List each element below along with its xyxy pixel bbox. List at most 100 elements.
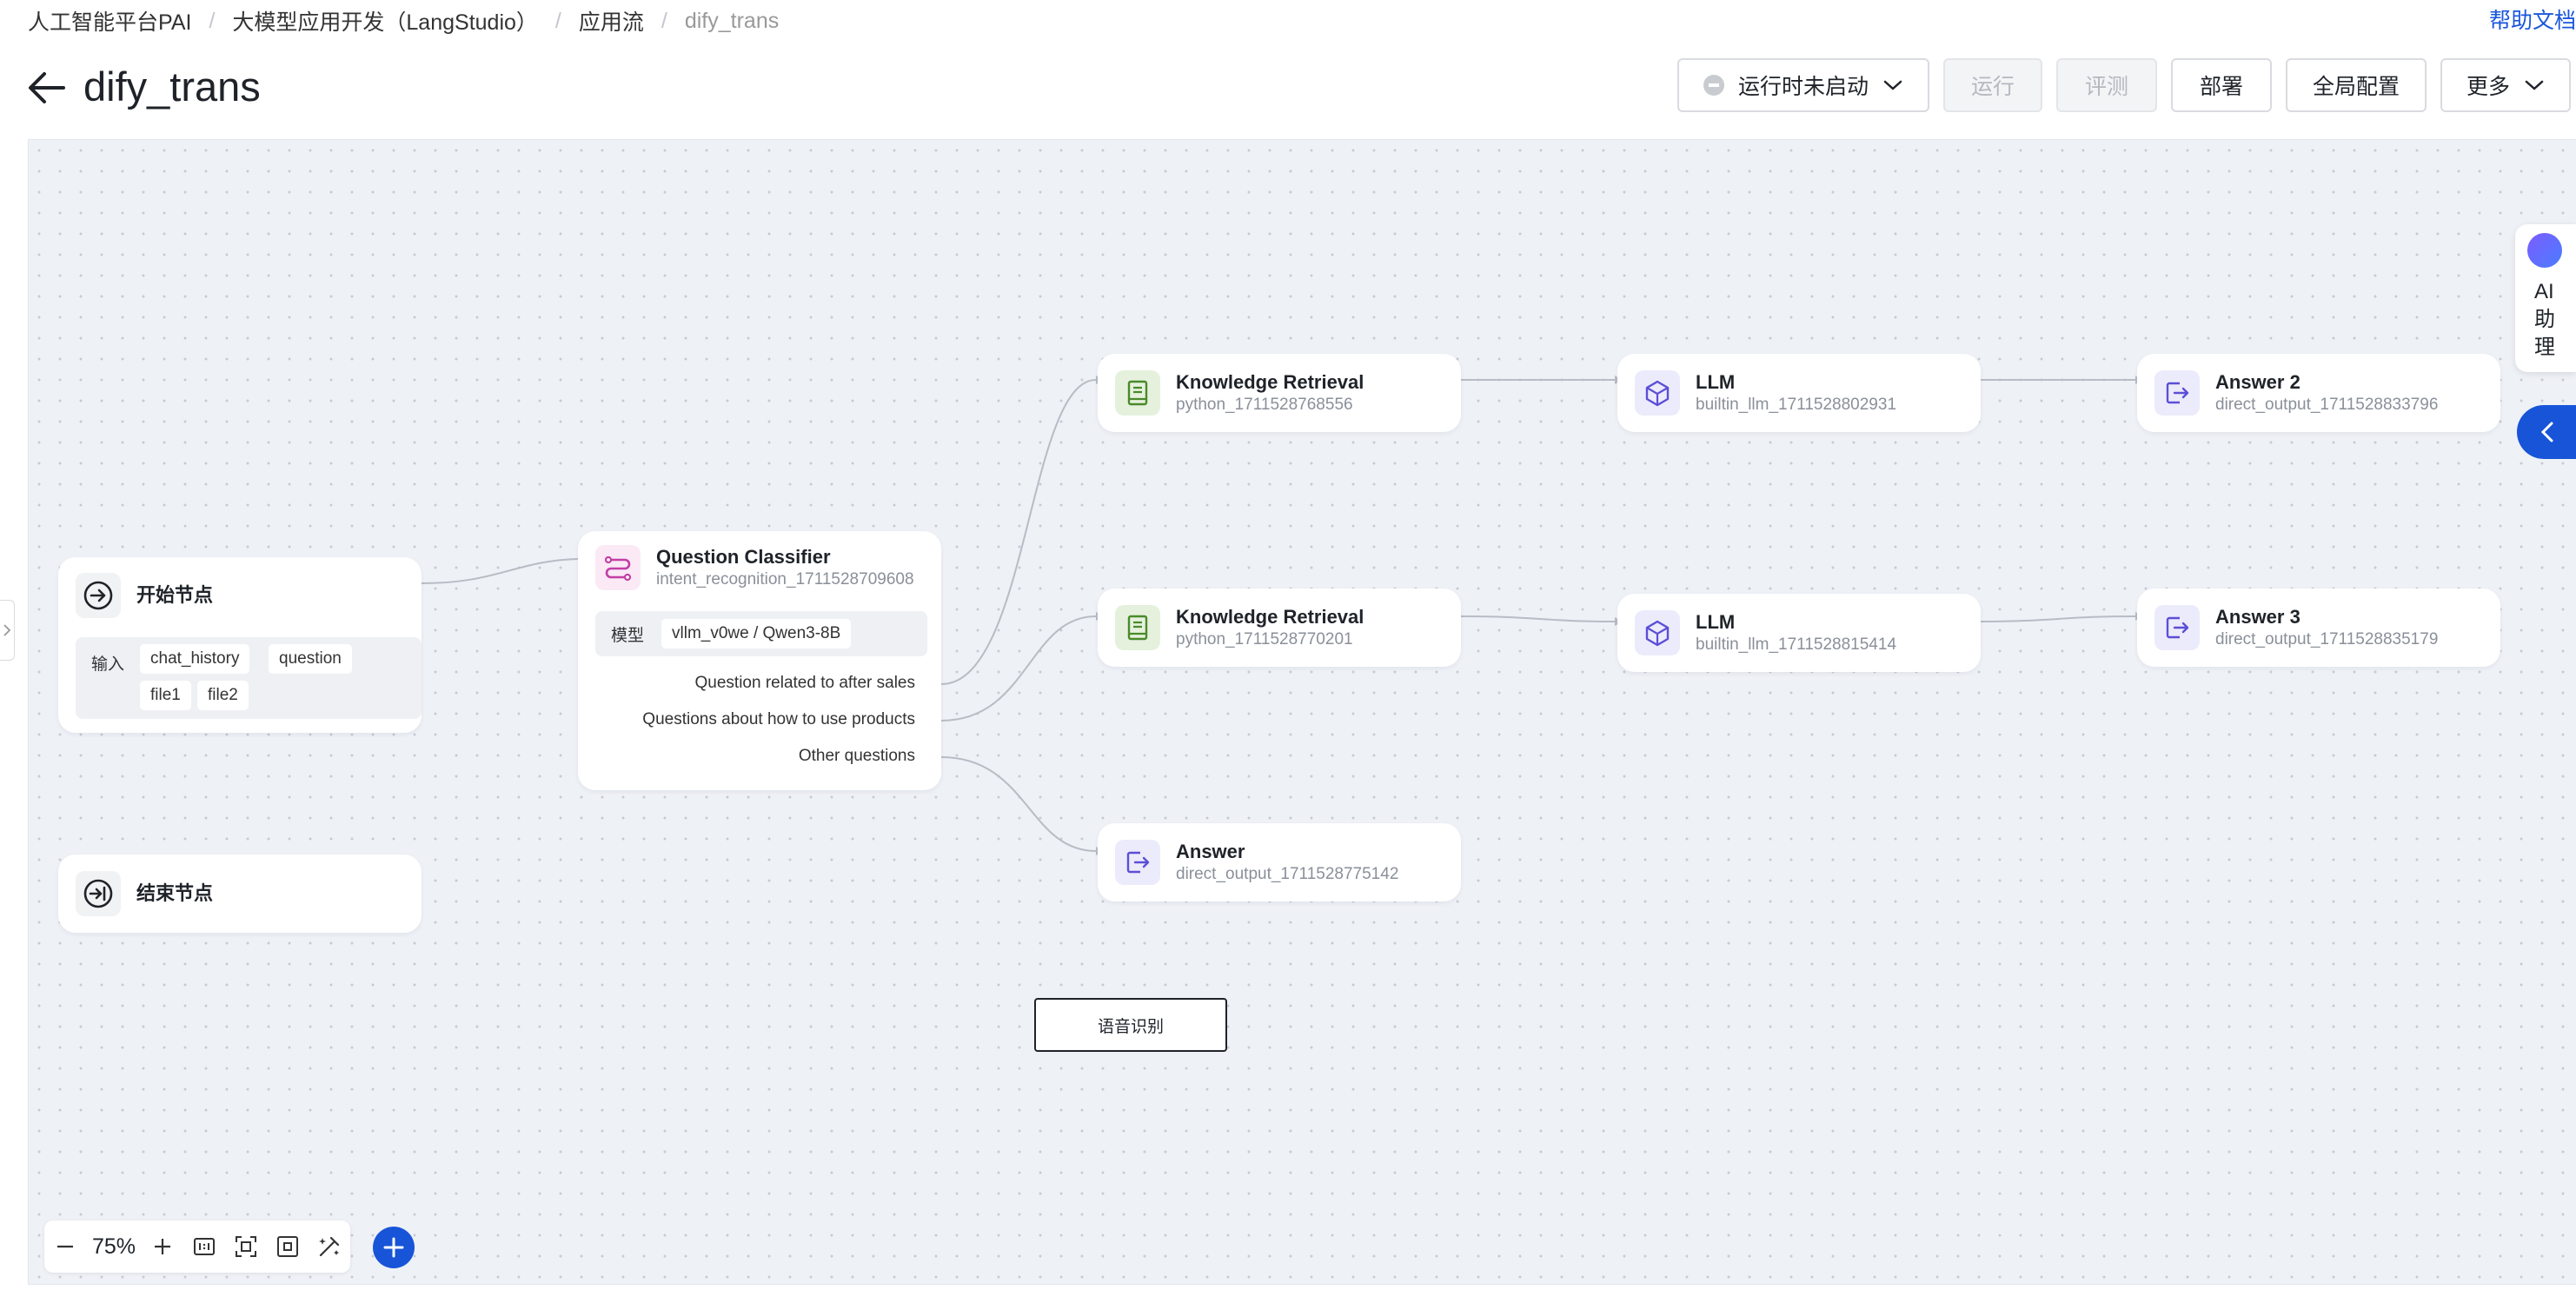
model-tag: vllm_v0we / Qwen3-8B <box>661 619 852 648</box>
breadcrumb-separator: / <box>661 8 667 33</box>
actual-size-button[interactable] <box>183 1221 225 1273</box>
classifier-icon <box>604 555 632 582</box>
breadcrumb-item-app-flow[interactable]: 应用流 <box>579 5 644 37</box>
breadcrumb-item-current: dify_trans <box>684 8 780 33</box>
chevron-right-icon <box>3 624 11 636</box>
page-title: dify_trans <box>83 63 261 110</box>
magic-wand-icon <box>319 1236 340 1257</box>
speech-recognition-box[interactable]: 语音识别 <box>1034 998 1227 1052</box>
node-title: 结束节点 <box>136 882 214 904</box>
edge-classifier-answer <box>940 756 1097 852</box>
toolbar: 运行时未启动 运行 评测 部署 全局配置 更多 <box>1677 58 2571 112</box>
answer-node[interactable]: Answer 2 direct_output_1711528833796 <box>2137 354 2500 432</box>
input-tag: question <box>269 644 352 674</box>
runtime-status-dropdown[interactable]: 运行时未启动 <box>1677 58 1929 112</box>
more-label: 更多 <box>2466 75 2510 99</box>
fit-view-button[interactable] <box>225 1221 267 1273</box>
one-to-one-icon <box>194 1238 215 1255</box>
node-title: Answer 2 <box>2215 371 2300 393</box>
edge-kr2-llm2 <box>1458 615 1616 622</box>
start-inputs-panel: 输入 chat_history question file1 file2 <box>76 637 422 719</box>
cube-icon <box>1645 620 1670 647</box>
ai-assistant-panel[interactable]: AI助理 <box>2515 224 2576 372</box>
add-node-button[interactable] <box>373 1227 415 1268</box>
node-title: Knowledge Retrieval <box>1176 606 1364 628</box>
stopped-status-icon <box>1703 75 1724 96</box>
book-icon <box>1127 380 1148 406</box>
output-icon <box>2166 382 2189 404</box>
center-focus-icon <box>277 1236 298 1257</box>
book-icon-wrap <box>1115 370 1160 416</box>
output-icon <box>2166 616 2189 639</box>
assistant-collapse-button[interactable] <box>2517 405 2576 459</box>
assistant-label: AI助理 <box>2534 280 2555 359</box>
llm-node[interactable]: LLM builtin_llm_1711528802931 <box>1617 354 1981 432</box>
knowledge-retrieval-node[interactable]: Knowledge Retrieval python_1711528770201 <box>1098 589 1461 667</box>
node-title: Question Classifier <box>656 546 831 568</box>
llm-node[interactable]: LLM builtin_llm_1711528815414 <box>1617 594 1981 672</box>
book-icon <box>1127 615 1148 641</box>
book-icon-wrap <box>1115 605 1160 650</box>
edge-llm2-answer3 <box>1978 615 2136 622</box>
node-id: python_1711528770201 <box>1176 630 1353 648</box>
class-item: Question related to after sales <box>694 674 915 692</box>
help-docs-link[interactable]: 帮助文档 <box>2489 3 2576 38</box>
evaluate-button[interactable]: 评测 <box>2056 58 2157 112</box>
minus-icon <box>57 1245 73 1248</box>
llm-icon-wrap <box>1635 370 1680 416</box>
assistant-avatar-icon <box>2527 233 2562 268</box>
chevron-down-icon <box>1882 78 1903 92</box>
deploy-button[interactable]: 部署 <box>2171 58 2272 112</box>
inputs-label: 输入 <box>91 655 125 674</box>
class-item: Questions about how to use products <box>642 710 915 728</box>
output-icon-wrap <box>2154 370 2200 416</box>
left-panel-expand-handle[interactable] <box>0 600 15 661</box>
node-id: intent_recognition_1711528709608 <box>656 570 914 589</box>
global-config-button[interactable]: 全局配置 <box>2286 58 2427 112</box>
zoom-out-button[interactable] <box>44 1221 86 1273</box>
node-id: direct_output_1711528775142 <box>1176 865 1399 883</box>
zoom-level: 75% <box>91 1234 136 1259</box>
cube-icon <box>1645 380 1670 407</box>
end-node-icon-wrap <box>76 871 121 916</box>
input-tag: file2 <box>197 681 249 710</box>
breadcrumb-separator: / <box>554 8 561 33</box>
auto-layout-button[interactable] <box>309 1221 350 1273</box>
breadcrumb-item-langstudio[interactable]: 大模型应用开发（LangStudio） <box>232 5 538 37</box>
model-panel: 模型 vllm_v0we / Qwen3-8B <box>595 611 927 656</box>
end-node[interactable]: 结束节点 <box>58 855 422 933</box>
zoom-in-button[interactable] <box>142 1221 183 1273</box>
node-title: LLM <box>1696 371 1736 393</box>
input-tag: chat_history <box>140 644 250 674</box>
zoom-controls: 75% <box>44 1221 350 1273</box>
edge-classifier-kr1 <box>940 379 1097 685</box>
breadcrumb-item-pai[interactable]: 人工智能平台PAI <box>28 5 191 37</box>
output-icon-wrap <box>2154 605 2200 650</box>
breadcrumb: 人工智能平台PAI / 大模型应用开发（LangStudio） / 应用流 / … <box>28 3 779 38</box>
edge-classifier-kr2 <box>940 615 1097 722</box>
question-classifier-node[interactable]: Question Classifier intent_recognition_1… <box>578 531 941 790</box>
flow-canvas[interactable]: 开始节点 输入 chat_history question file1 file… <box>28 139 2576 1285</box>
runtime-status-label: 运行时未启动 <box>1737 75 1869 99</box>
more-dropdown[interactable]: 更多 <box>2440 58 2571 112</box>
arrow-to-end-icon <box>83 879 113 908</box>
input-tag: file1 <box>140 681 191 710</box>
start-node[interactable]: 开始节点 输入 chat_history question file1 file… <box>58 557 422 733</box>
edge-start-classifier <box>421 558 579 584</box>
node-title: Knowledge Retrieval <box>1176 371 1364 393</box>
arrow-left-icon <box>29 72 65 103</box>
knowledge-retrieval-node[interactable]: Knowledge Retrieval python_1711528768556 <box>1098 354 1461 432</box>
plus-icon <box>383 1237 404 1258</box>
node-title: Answer 3 <box>2215 606 2300 628</box>
breadcrumb-separator: / <box>209 8 216 33</box>
center-view-button[interactable] <box>267 1221 309 1273</box>
run-button[interactable]: 运行 <box>1943 58 2042 112</box>
answer-node[interactable]: Answer direct_output_1711528775142 <box>1098 823 1461 901</box>
class-item: Other questions <box>798 747 915 765</box>
chevron-left-icon <box>2540 422 2553 442</box>
back-button[interactable] <box>24 66 68 110</box>
answer-node[interactable]: Answer 3 direct_output_1711528835179 <box>2137 589 2500 667</box>
node-id: python_1711528768556 <box>1176 396 1353 414</box>
llm-icon-wrap <box>1635 610 1680 655</box>
node-id: builtin_llm_1711528815414 <box>1696 635 1897 654</box>
